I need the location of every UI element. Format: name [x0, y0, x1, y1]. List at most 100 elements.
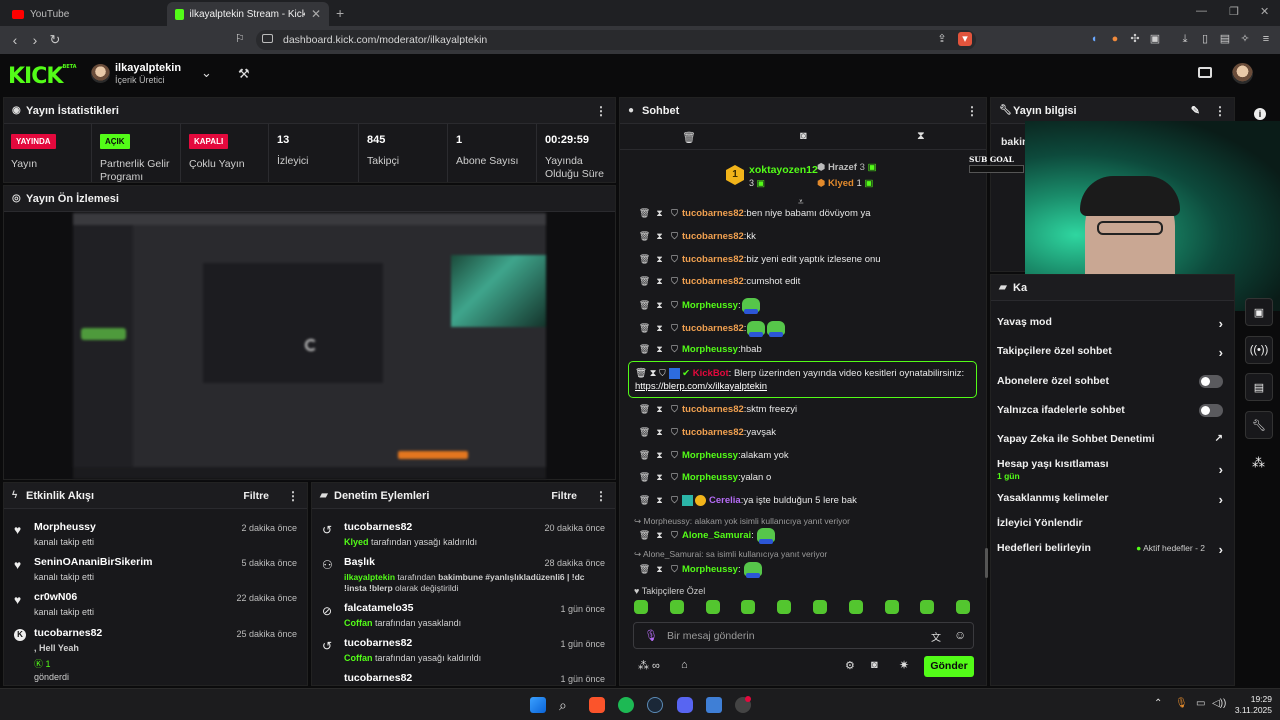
setting-ai-moderation[interactable]: Yapay Zeka ile Sohbet Denetimi ↗	[997, 433, 1229, 445]
stream-preview[interactable]	[73, 213, 546, 479]
chat-username[interactable]: tucobarnes82	[682, 208, 744, 219]
display-tray-icon[interactable]: ▭	[1196, 698, 1205, 709]
brave-icon[interactable]	[589, 697, 605, 713]
site-info-icon[interactable]	[262, 34, 273, 43]
network-app-icon[interactable]	[706, 697, 722, 713]
chat-scrollbar[interactable]	[985, 548, 988, 578]
hourglass-icon[interactable]: ⧗	[652, 530, 667, 541]
emote-4-icon[interactable]	[741, 600, 756, 614]
hourglass-icon[interactable]: ⧗	[652, 450, 667, 461]
more-options-icon[interactable]: ⋮	[966, 104, 978, 118]
emote-10-icon[interactable]	[956, 600, 971, 614]
mod-actor[interactable]: Coffan	[344, 653, 373, 663]
shield-icon[interactable]: ⛉	[667, 450, 682, 461]
chat-username[interactable]: KickBot	[693, 368, 729, 379]
chat-username[interactable]: Morpheussy	[682, 344, 738, 355]
blerp-link[interactable]: https://blerp.com/x/ilkayalptekin	[635, 381, 767, 392]
search-icon[interactable]: ⌕	[559, 697, 575, 713]
emote-only-toggle[interactable]	[1199, 404, 1223, 417]
setting-banned-words[interactable]: Yasaklanmış kelimeler ›	[997, 492, 1229, 507]
emote-3-icon[interactable]	[705, 600, 720, 614]
chat-username[interactable]: tucobarnes82	[682, 254, 744, 265]
shield-icon[interactable]: ⛉	[667, 276, 682, 287]
extension-icon[interactable]: ●	[1108, 32, 1122, 46]
chat-username[interactable]: tucobarnes82	[682, 323, 744, 334]
chat-username[interactable]: tucobarnes82	[682, 276, 744, 287]
bookmark-icon[interactable]: ⚐	[235, 32, 245, 45]
trash-icon[interactable]: 🗑︎	[637, 231, 652, 242]
extension-box-icon[interactable]: ▣	[1148, 32, 1162, 46]
chat-username[interactable]: tucobarnes82	[682, 427, 744, 438]
avatar[interactable]	[91, 64, 110, 83]
hourglass-icon[interactable]: ⧗	[652, 254, 667, 265]
brave-shield-icon[interactable]: ▾	[958, 32, 972, 46]
chat-username[interactable]: tucobarnes82	[682, 231, 744, 242]
puzzle-icon[interactable]: ✣	[1128, 32, 1142, 46]
setting-raid[interactable]: İzleyici Yönlendir	[997, 517, 1229, 529]
minimize-icon[interactable]: —	[1196, 5, 1207, 17]
trash-icon[interactable]: 🗑︎	[637, 450, 652, 461]
emoji-icon[interactable]: ☺	[954, 628, 966, 642]
trash-icon[interactable]: 🗑︎	[682, 131, 696, 144]
more-options-icon[interactable]: ⋮	[1214, 104, 1226, 118]
hourglass-icon[interactable]: ⧗	[650, 368, 657, 379]
setting-subs-only[interactable]: Abonelere özel sohbet	[997, 375, 1229, 388]
reload-icon[interactable]: ↻	[44, 29, 66, 51]
close-window-icon[interactable]: ✕	[1260, 5, 1269, 18]
chevron-down-icon[interactable]: ⌄	[201, 65, 212, 81]
store-icon[interactable]: ⌂	[681, 659, 688, 671]
volume-icon[interactable]: ◁))	[1212, 698, 1226, 709]
leaderboard-user[interactable]: Klyed	[828, 178, 854, 189]
trash-icon[interactable]: 🗑︎	[637, 254, 652, 265]
kick-logo[interactable]: KICKBETA	[8, 64, 77, 89]
edit-icon[interactable]: ✎	[1191, 104, 1200, 117]
new-tab-icon[interactable]: +	[336, 5, 344, 21]
users-icon[interactable]: ⁂ ∞	[638, 659, 660, 672]
trash-icon[interactable]: 🗑︎	[635, 368, 647, 379]
shield-icon[interactable]: ⛉	[667, 208, 682, 219]
emote-8-icon[interactable]	[884, 600, 899, 614]
hammer-icon[interactable]: ⚒	[238, 66, 250, 82]
chat-username[interactable]: Alone_Samurai	[682, 530, 751, 541]
discord-icon[interactable]	[677, 697, 693, 713]
trash-icon[interactable]: 🗑︎	[637, 427, 652, 438]
setting-slow-mode[interactable]: Yavaş mod ›	[997, 316, 1229, 331]
hourglass-icon[interactable]: ⧗	[652, 404, 667, 415]
microphone-icon[interactable]: 🎙︎	[644, 629, 658, 642]
url-field[interactable]: dashboard.kick.com/moderator/ilkayalptek…	[256, 30, 976, 50]
start-icon[interactable]	[530, 697, 546, 713]
back-icon[interactable]: ‹	[4, 29, 26, 51]
chevron-right-icon[interactable]: ›	[1219, 492, 1223, 507]
shield-icon[interactable]: ⛉	[667, 254, 682, 265]
sidebar-icon[interactable]: ▯	[1198, 32, 1212, 46]
download-icon[interactable]: ⤓	[1178, 32, 1192, 46]
emote-1-icon[interactable]	[634, 600, 648, 614]
chevron-right-icon[interactable]: ›	[1219, 316, 1223, 331]
emote-9-icon[interactable]	[920, 600, 935, 614]
steam-icon[interactable]	[647, 697, 663, 713]
filter-button[interactable]: Filtre	[243, 490, 269, 502]
trash-icon[interactable]: 🗑︎	[637, 404, 652, 415]
share-icon[interactable]: ⇪	[935, 32, 949, 46]
info-icon[interactable]: i	[1254, 108, 1266, 120]
subs-only-toggle[interactable]	[1199, 375, 1223, 388]
menu-icon[interactable]: ≡	[1259, 32, 1273, 46]
emote-6-icon[interactable]	[813, 600, 827, 614]
setting-goals[interactable]: Hedefleri belirleyin ● Aktif hedefler - …	[997, 542, 1229, 557]
camera-icon[interactable]	[1198, 67, 1212, 78]
mod-tools-icon[interactable]: ✷	[899, 658, 909, 672]
chat-username[interactable]: Morpheussy	[682, 564, 738, 575]
shield-icon[interactable]: ⛉	[667, 404, 682, 415]
trash-icon[interactable]: 🗑︎	[637, 208, 652, 219]
maximize-icon[interactable]: ❐	[1229, 5, 1239, 18]
chat-username[interactable]: Morpheussy	[682, 450, 738, 461]
mod-actor[interactable]: Klyed	[344, 537, 369, 547]
external-link-icon[interactable]: ↗	[1215, 433, 1223, 444]
wrench-sidebar-button[interactable]: 🔧︎	[1245, 411, 1273, 439]
trash-icon[interactable]: 🗑︎	[637, 276, 652, 287]
forward-icon[interactable]: ›	[24, 29, 46, 51]
tray-chevron-icon[interactable]: ⌃	[1154, 698, 1162, 709]
shield-icon[interactable]: ⛉	[667, 323, 682, 334]
pinned-toggle-icon[interactable]: ⩡	[798, 197, 804, 208]
tab-youtube[interactable]: YouTube	[4, 2, 164, 26]
